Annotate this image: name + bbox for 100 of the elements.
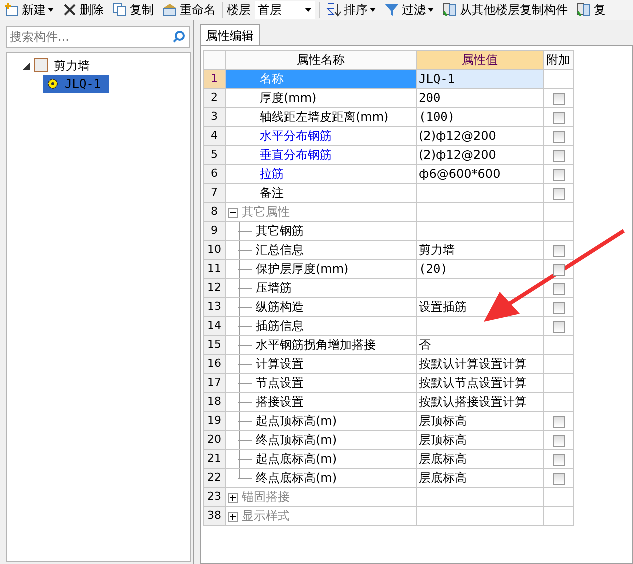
row-number: 22 xyxy=(204,468,226,488)
property-value[interactable]: JLQ-1 xyxy=(416,70,544,88)
filter-icon xyxy=(384,2,400,18)
property-value[interactable]: (20) xyxy=(416,260,544,278)
row-number: 18 xyxy=(204,392,226,412)
row-number: 15 xyxy=(204,336,226,354)
floor-dropdown[interactable]: 首层 xyxy=(255,1,315,19)
property-name: 起点顶标高(m) xyxy=(256,414,338,428)
column-header: 属性名称 xyxy=(226,50,416,70)
property-name: 搭接设置 xyxy=(256,395,304,409)
property-value[interactable]: 层底标高 xyxy=(416,468,544,488)
row-number: 17 xyxy=(204,374,226,392)
column-header: 属性值 xyxy=(416,50,544,70)
property-name: 水平钢筋拐角增加搭接 xyxy=(256,338,376,352)
collapse-icon[interactable] xyxy=(228,208,238,218)
property-name: 终点顶标高(m) xyxy=(256,433,338,447)
property-value[interactable]: 层底标高 xyxy=(416,450,544,468)
row-number: 38 xyxy=(204,506,226,526)
property-name: 压墙筋 xyxy=(256,281,292,295)
property-value[interactable] xyxy=(416,506,544,526)
row-number: 10 xyxy=(204,240,226,260)
tree-item[interactable]: 剪力墙 xyxy=(54,57,90,75)
row-number: 20 xyxy=(204,430,226,450)
toolbar-button[interactable]: 过滤 xyxy=(382,1,436,19)
group-name: 锚固搭接 xyxy=(242,490,290,504)
property-value[interactable]: (2)ф12@200 xyxy=(416,126,544,146)
checkbox[interactable] xyxy=(552,302,564,314)
toolbar-button[interactable]: 重命名 xyxy=(160,1,218,19)
property-name: 插筋信息 xyxy=(256,319,304,333)
checkbox[interactable] xyxy=(552,244,564,257)
property-value[interactable]: 否 xyxy=(416,336,544,354)
checkbox[interactable] xyxy=(552,168,564,181)
row-number: 2 xyxy=(204,88,226,108)
row-number: 12 xyxy=(204,278,226,298)
toolbar-button[interactable]: 从其他楼层复制构件 xyxy=(440,1,570,19)
property-value[interactable]: 按默认计算设置计算 xyxy=(416,354,544,374)
checkbox[interactable] xyxy=(552,112,564,124)
row-number: 11 xyxy=(204,260,226,278)
search-icon[interactable] xyxy=(172,30,186,44)
close-icon xyxy=(62,2,78,18)
property-value[interactable] xyxy=(416,202,544,222)
toolbar-button[interactable]: 排序 xyxy=(324,1,378,19)
property-value[interactable]: 层顶标高 xyxy=(416,412,544,430)
property-value[interactable] xyxy=(416,488,544,506)
property-name: 汇总信息 xyxy=(256,243,304,257)
row-number: 19 xyxy=(204,412,226,430)
sort-icon xyxy=(326,2,342,18)
property-edit-tab[interactable]: 属性编辑 xyxy=(200,24,260,45)
toolbar-button[interactable]: 新建 xyxy=(2,1,56,19)
property-value[interactable]: (100) xyxy=(416,108,544,126)
row-number: 3 xyxy=(204,108,226,126)
property-value[interactable]: (2)ф12@200 xyxy=(416,146,544,164)
row-number: 16 xyxy=(204,354,226,374)
toolbar-button[interactable]: 复制 xyxy=(110,1,156,19)
property-value[interactable]: 按默认节点设置计算 xyxy=(416,374,544,392)
property-value[interactable]: ф6@600*600 xyxy=(416,164,544,184)
search-field[interactable]: 搜索构件... xyxy=(6,26,190,48)
toolbar-button[interactable]: 删除 xyxy=(60,1,106,19)
property-value[interactable] xyxy=(416,184,544,202)
toolbar-button[interactable]: 复 xyxy=(574,1,608,19)
tree-item[interactable]: JLQ-1 xyxy=(43,75,110,93)
checkbox[interactable] xyxy=(552,264,564,276)
row-number: 14 xyxy=(204,316,226,336)
property-name: 保护层厚度(mm) xyxy=(256,262,349,276)
checkbox[interactable] xyxy=(552,130,564,143)
checkbox[interactable] xyxy=(552,188,564,200)
checkbox[interactable] xyxy=(552,472,564,485)
property-value[interactable] xyxy=(416,222,544,240)
checkbox[interactable] xyxy=(552,92,564,105)
checkbox[interactable] xyxy=(552,434,564,447)
checkbox[interactable] xyxy=(552,454,564,466)
group-name: 显示样式 xyxy=(242,509,290,523)
checkbox[interactable] xyxy=(552,320,564,333)
row-number: 23 xyxy=(204,488,226,506)
floor-label: 楼层 xyxy=(227,2,251,19)
property-value[interactable]: 200 xyxy=(416,88,544,108)
property-name: 节点设置 xyxy=(256,376,304,390)
property-name: 起点底标高(m) xyxy=(256,452,338,466)
folder-icon xyxy=(34,58,50,74)
expanded-triangle-icon[interactable] xyxy=(23,62,30,70)
property-value[interactable]: 层顶标高 xyxy=(416,430,544,450)
row-number: 8 xyxy=(204,202,226,222)
property-name: 终点底标高(m) xyxy=(256,471,338,485)
group-name: 其它属性 xyxy=(242,205,290,219)
row-number: 4 xyxy=(204,126,226,146)
property-name: 轴线距左墙皮距离(mm) xyxy=(226,108,416,126)
row-number: 1 xyxy=(204,70,226,88)
row-number: 21 xyxy=(204,450,226,468)
checkbox[interactable] xyxy=(552,416,564,428)
checkbox[interactable] xyxy=(552,150,564,162)
property-name: 备注 xyxy=(226,184,416,202)
expand-icon[interactable] xyxy=(228,512,238,522)
rename-icon xyxy=(162,2,178,18)
expand-icon[interactable] xyxy=(228,492,238,503)
property-value[interactable]: 按默认搭接设置计算 xyxy=(416,392,544,412)
row-number: 9 xyxy=(204,222,226,240)
property-name: 拉筋 xyxy=(226,164,416,184)
row-number: 13 xyxy=(204,298,226,316)
property-value[interactable]: 剪力墙 xyxy=(416,240,544,260)
checkbox[interactable] xyxy=(552,282,564,295)
